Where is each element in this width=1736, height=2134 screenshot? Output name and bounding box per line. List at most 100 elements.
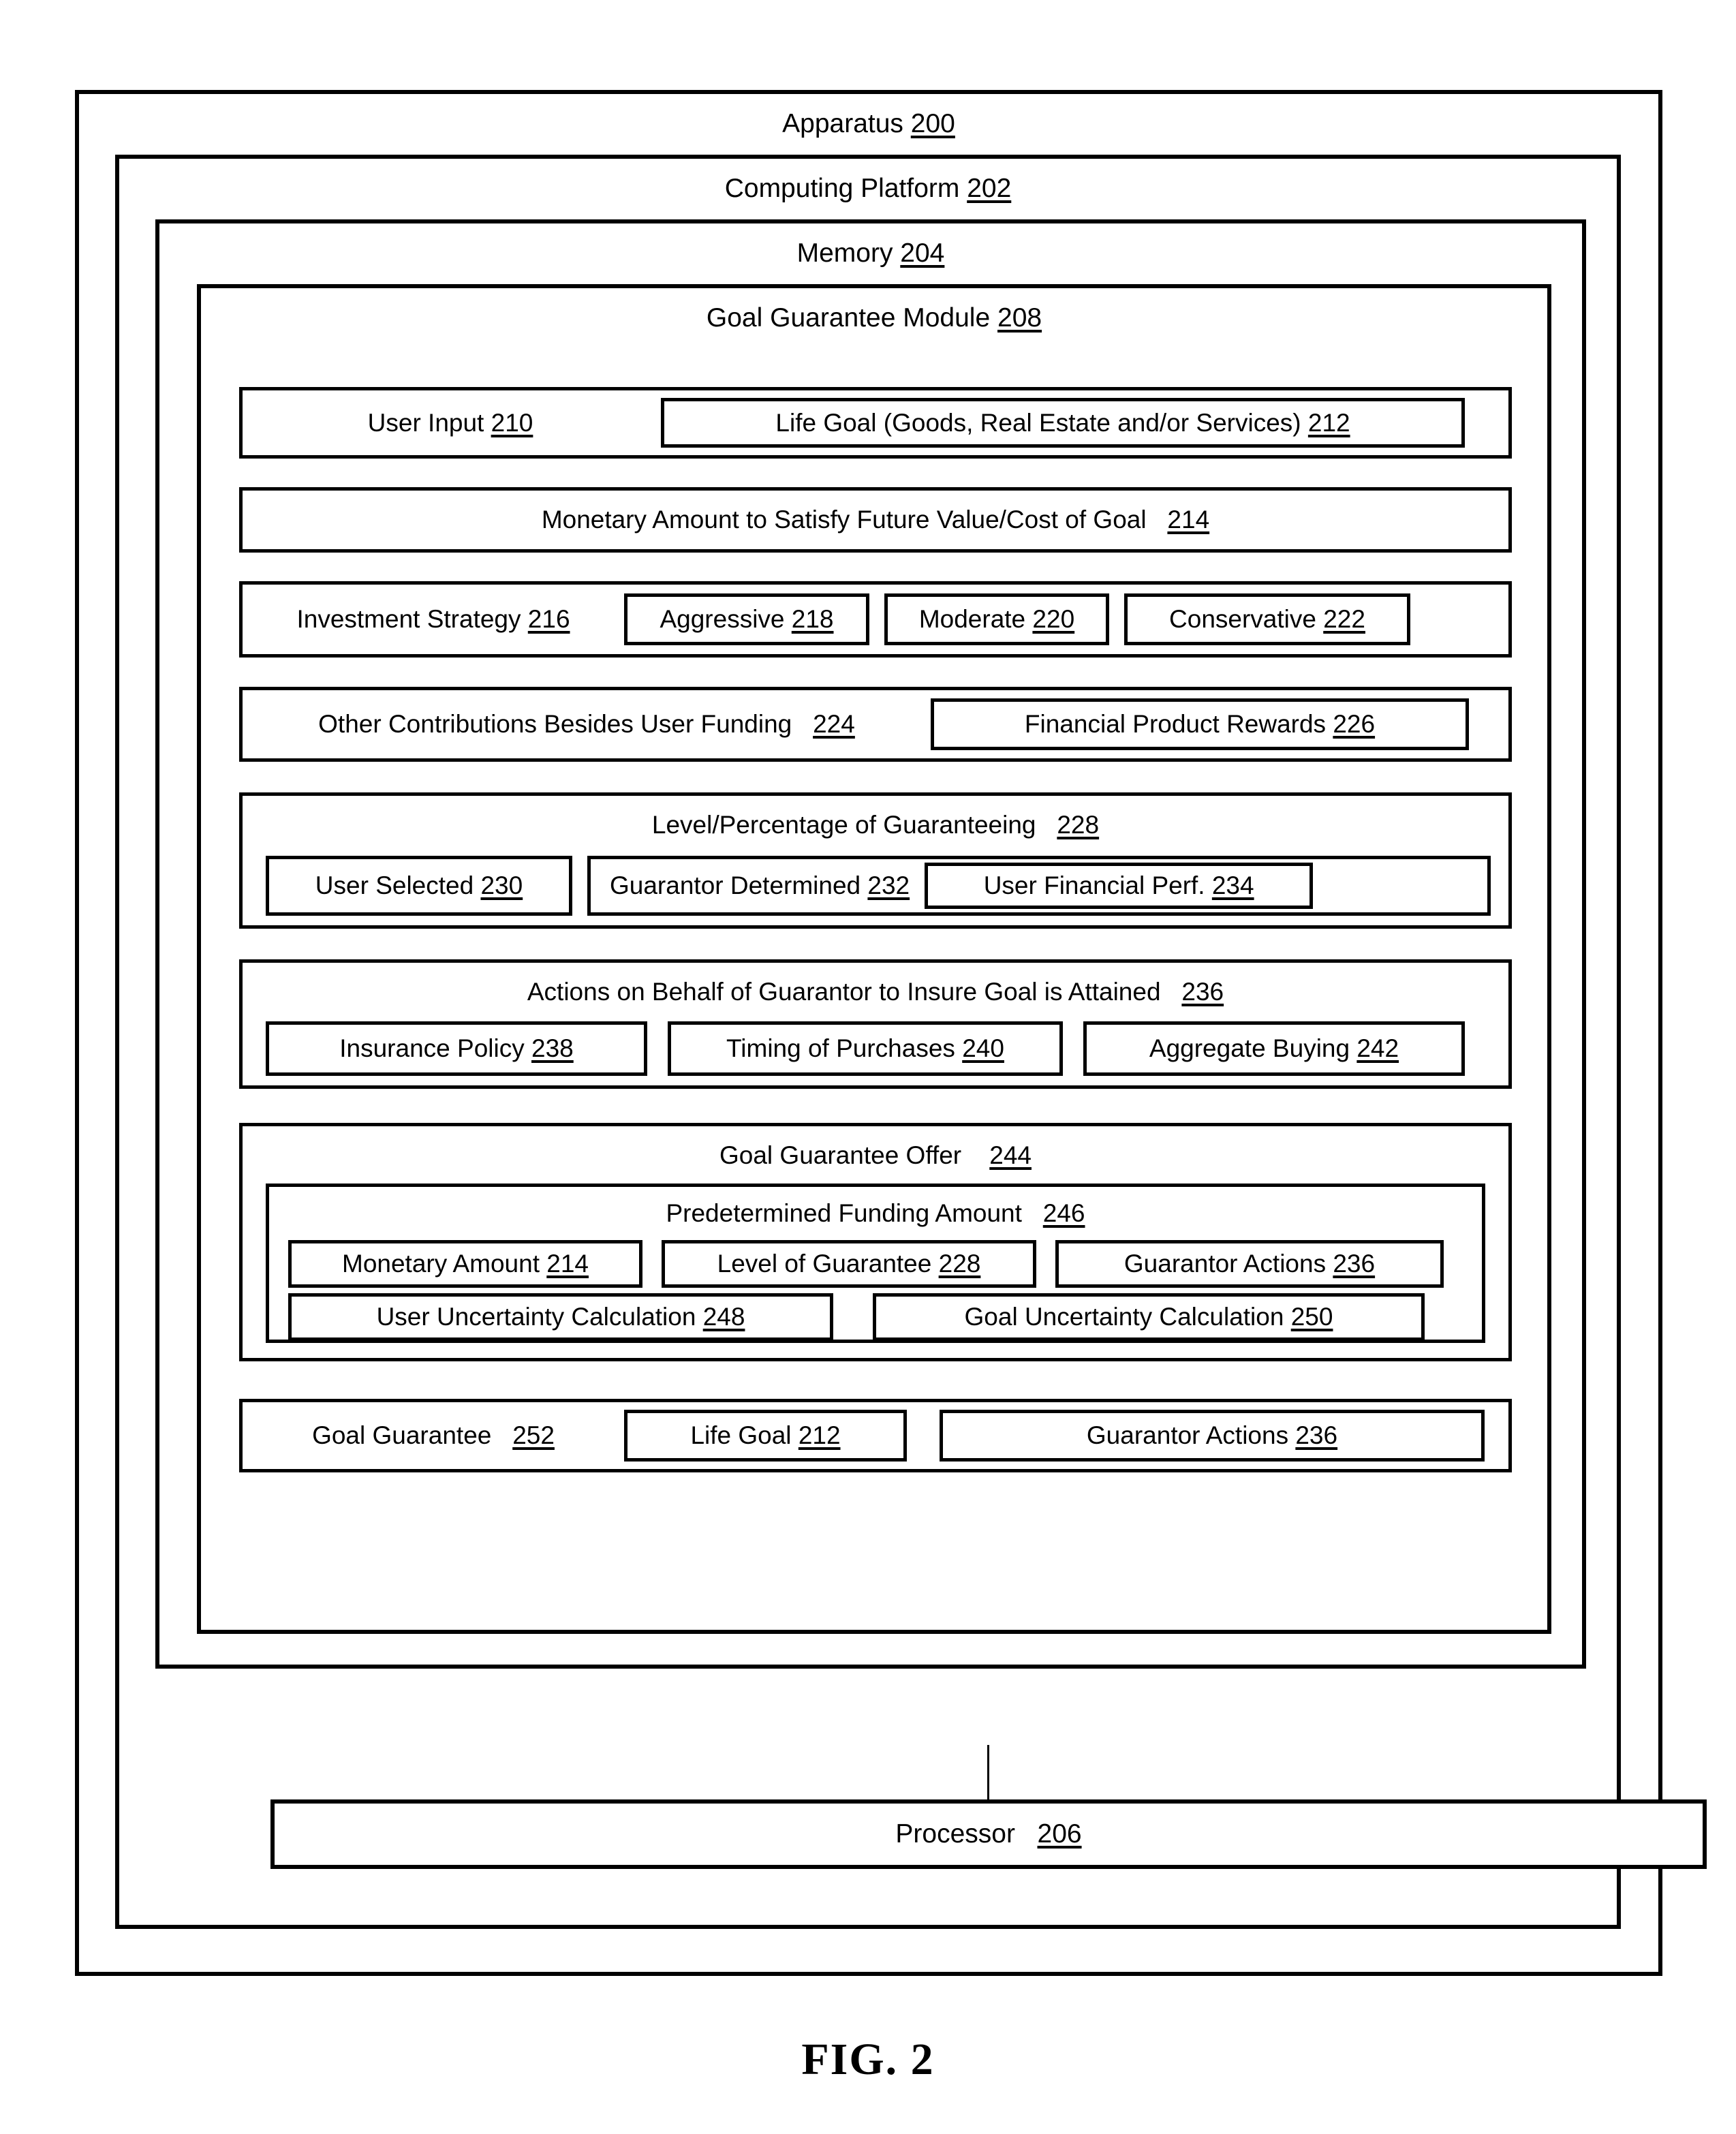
processor-label-text: Processor [895, 1819, 1015, 1849]
level-of-guarantee-ref: 228 [938, 1250, 981, 1278]
goal-guarantee-row: Goal Guarantee 252 Life Goal 212 Guarant… [239, 1399, 1512, 1472]
other-contributions-row: Other Contributions Besides User Funding… [239, 687, 1512, 762]
timing-of-purchases-box: Timing of Purchases 240 [668, 1021, 1063, 1076]
user-selected-label: User Selected [315, 871, 474, 899]
investment-strategy-row: Investment Strategy 216 Aggressive 218 M… [239, 581, 1512, 658]
goal-uncertainty-calculation-box: Goal Uncertainty Calculation 250 [873, 1293, 1425, 1341]
financial-product-rewards-box: Financial Product Rewards 226 [931, 698, 1469, 750]
monetary-amount-ref-box-label: Monetary Amount [342, 1250, 540, 1278]
insurance-policy-ref: 238 [531, 1034, 574, 1062]
computing-platform-ref: 202 [967, 174, 1012, 203]
user-input-label-text: User Input [367, 408, 484, 437]
predetermined-funding-tier1: Monetary Amount 214 Level of Guarantee 2… [288, 1240, 1463, 1288]
strategy-option-aggressive-ref: 218 [791, 605, 834, 633]
investment-strategy-ref: 216 [527, 605, 570, 633]
monetary-amount-ref: 214 [1167, 506, 1210, 534]
strategy-option-aggressive-label: Aggressive [660, 605, 785, 633]
other-contributions-label-text: Other Contributions Besides User Funding [318, 710, 792, 738]
life-goal-ref: 212 [1307, 408, 1350, 437]
timing-of-purchases-label: Timing of Purchases [726, 1034, 955, 1062]
processor-box: Processor 206 [270, 1799, 1707, 1869]
memory-processor-connector [987, 1745, 989, 1801]
guarantor-actions-row: Actions on Behalf of Guarantor to Insure… [239, 959, 1512, 1089]
memory-ref: 204 [900, 238, 945, 268]
guarantor-actions-ref-box-label: Guarantor Actions [1123, 1250, 1327, 1278]
figure-canvas: Apparatus 200 Computing Platform 202 Mem… [0, 0, 1736, 2134]
goal-uncertainty-calculation-ref: 250 [1290, 1303, 1333, 1331]
monetary-amount-ref-box-ref: 214 [546, 1250, 589, 1278]
user-financial-perf-box: User Financial Perf. 234 [925, 863, 1314, 909]
memory-box: Memory 204 Goal Guarantee Module 208 Use… [155, 219, 1586, 1669]
level-of-guarantee-box: Level of Guarantee 228 [662, 1240, 1036, 1288]
level-percentage-label: Level/Percentage of Guaranteeing [651, 811, 1036, 839]
apparatus-title: Apparatus 200 [79, 109, 1658, 139]
goal-guarantee-module-ref: 208 [997, 303, 1042, 333]
life-goal-ref-box-ref: 212 [798, 1421, 841, 1449]
strategy-option-conservative-ref: 222 [1323, 605, 1365, 633]
guarantor-actions-header: Actions on Behalf of Guarantor to Insure… [243, 978, 1508, 1006]
aggregate-buying-label: Aggregate Buying [1149, 1034, 1350, 1062]
user-uncertainty-calculation-box: User Uncertainty Calculation 248 [288, 1293, 833, 1341]
other-contributions-label: Other Contributions Besides User Funding… [243, 710, 931, 739]
user-uncertainty-calculation-ref: 248 [702, 1303, 745, 1331]
apparatus-box: Apparatus 200 Computing Platform 202 Mem… [75, 90, 1707, 1976]
timing-of-purchases-ref: 240 [962, 1034, 1004, 1062]
processor-label: Processor 206 [895, 1819, 1081, 1849]
user-financial-perf-ref: 234 [1211, 871, 1254, 899]
strategy-option-aggressive: Aggressive 218 [624, 593, 869, 645]
goal-guarantee-offer-ref: 244 [989, 1141, 1032, 1169]
goal-guarantee-ref: 252 [512, 1421, 555, 1449]
life-goal-box: Life Goal (Goods, Real Estate and/or Ser… [661, 398, 1465, 448]
level-of-guarantee-label: Level of Guarantee [717, 1250, 932, 1278]
level-percentage-options: User Selected 230 Guarantor Determined 2… [266, 856, 1491, 916]
guarantor-actions-final-ref: 236 [1295, 1421, 1338, 1449]
processor-ref: 206 [1037, 1819, 1082, 1849]
guarantor-actions-ref: 236 [1181, 978, 1224, 1006]
insurance-policy-box: Insurance Policy 238 [266, 1021, 647, 1076]
guarantor-actions-final-label: Guarantor Actions [1086, 1421, 1289, 1449]
computing-platform-title: Computing Platform 202 [119, 174, 1617, 204]
strategy-option-moderate-label: Moderate [918, 605, 1026, 633]
figure-caption: FIG. 2 [801, 2035, 935, 2084]
life-goal-ref-box-label: Life Goal [690, 1421, 792, 1449]
computing-platform-box: Computing Platform 202 Memory 204 Goal G… [115, 155, 1707, 1929]
guarantor-actions-label: Actions on Behalf of Guarantor to Insure… [527, 978, 1161, 1006]
goal-guarantee-module-title-text: Goal Guarantee Module [706, 303, 991, 333]
goal-guarantee-module-box: Goal Guarantee Module 208 User Input 210… [197, 284, 1551, 1634]
guarantor-determined-box: Guarantor Determined 232 User Financial … [587, 856, 1491, 916]
guarantor-actions-ref-box-ref: 236 [1333, 1250, 1376, 1278]
monetary-amount-row: Monetary Amount to Satisfy Future Value/… [239, 487, 1512, 553]
financial-product-rewards-ref: 226 [1333, 710, 1376, 738]
guarantor-actions-final-box: Guarantor Actions 236 [940, 1410, 1485, 1462]
other-contributions-ref: 224 [813, 710, 855, 738]
predetermined-funding-label: Predetermined Funding Amount [666, 1199, 1022, 1227]
user-financial-perf-label: User Financial Perf. [983, 871, 1205, 899]
life-goal-ref-box: Life Goal 212 [624, 1410, 907, 1462]
predetermined-funding-tier2: User Uncertainty Calculation 248 Goal Un… [288, 1293, 1463, 1341]
aggregate-buying-box: Aggregate Buying 242 [1083, 1021, 1465, 1076]
user-input-row: User Input 210 Life Goal (Goods, Real Es… [239, 387, 1512, 459]
apparatus-title-text: Apparatus [782, 109, 903, 138]
goal-guarantee-label-text: Goal Guarantee [312, 1421, 492, 1449]
goal-guarantee-module-title: Goal Guarantee Module 208 [201, 303, 1547, 333]
predetermined-funding-header: Predetermined Funding Amount 246 [269, 1199, 1482, 1228]
monetary-amount-label-text: Monetary Amount to Satisfy Future Value/… [541, 506, 1147, 534]
user-selected-ref: 230 [480, 871, 523, 899]
strategy-option-conservative: Conservative 222 [1124, 593, 1410, 645]
investment-strategy-label-text: Investment Strategy [296, 605, 521, 633]
predetermined-funding-ref: 246 [1042, 1199, 1085, 1227]
financial-product-rewards-label: Financial Product Rewards [1024, 710, 1327, 738]
memory-title: Memory 204 [159, 238, 1582, 268]
goal-guarantee-label: Goal Guarantee 252 [243, 1421, 624, 1450]
goal-guarantee-offer-label: Goal Guarantee Offer [719, 1141, 962, 1169]
monetary-amount-label: Monetary Amount to Satisfy Future Value/… [542, 506, 1209, 534]
insurance-policy-label: Insurance Policy [339, 1034, 525, 1062]
guarantor-determined-label: Guarantor Determined [610, 871, 861, 899]
goal-guarantee-offer-header: Goal Guarantee Offer 244 [243, 1141, 1508, 1170]
predetermined-funding-box: Predetermined Funding Amount 246 Monetar… [266, 1184, 1485, 1343]
strategy-option-conservative-label: Conservative [1169, 605, 1316, 633]
life-goal-label: Life Goal (Goods, Real Estate and/or Ser… [775, 408, 1301, 437]
user-input-ref: 210 [491, 408, 533, 437]
investment-strategy-label: Investment Strategy 216 [243, 605, 624, 634]
aggregate-buying-ref: 242 [1357, 1034, 1399, 1062]
